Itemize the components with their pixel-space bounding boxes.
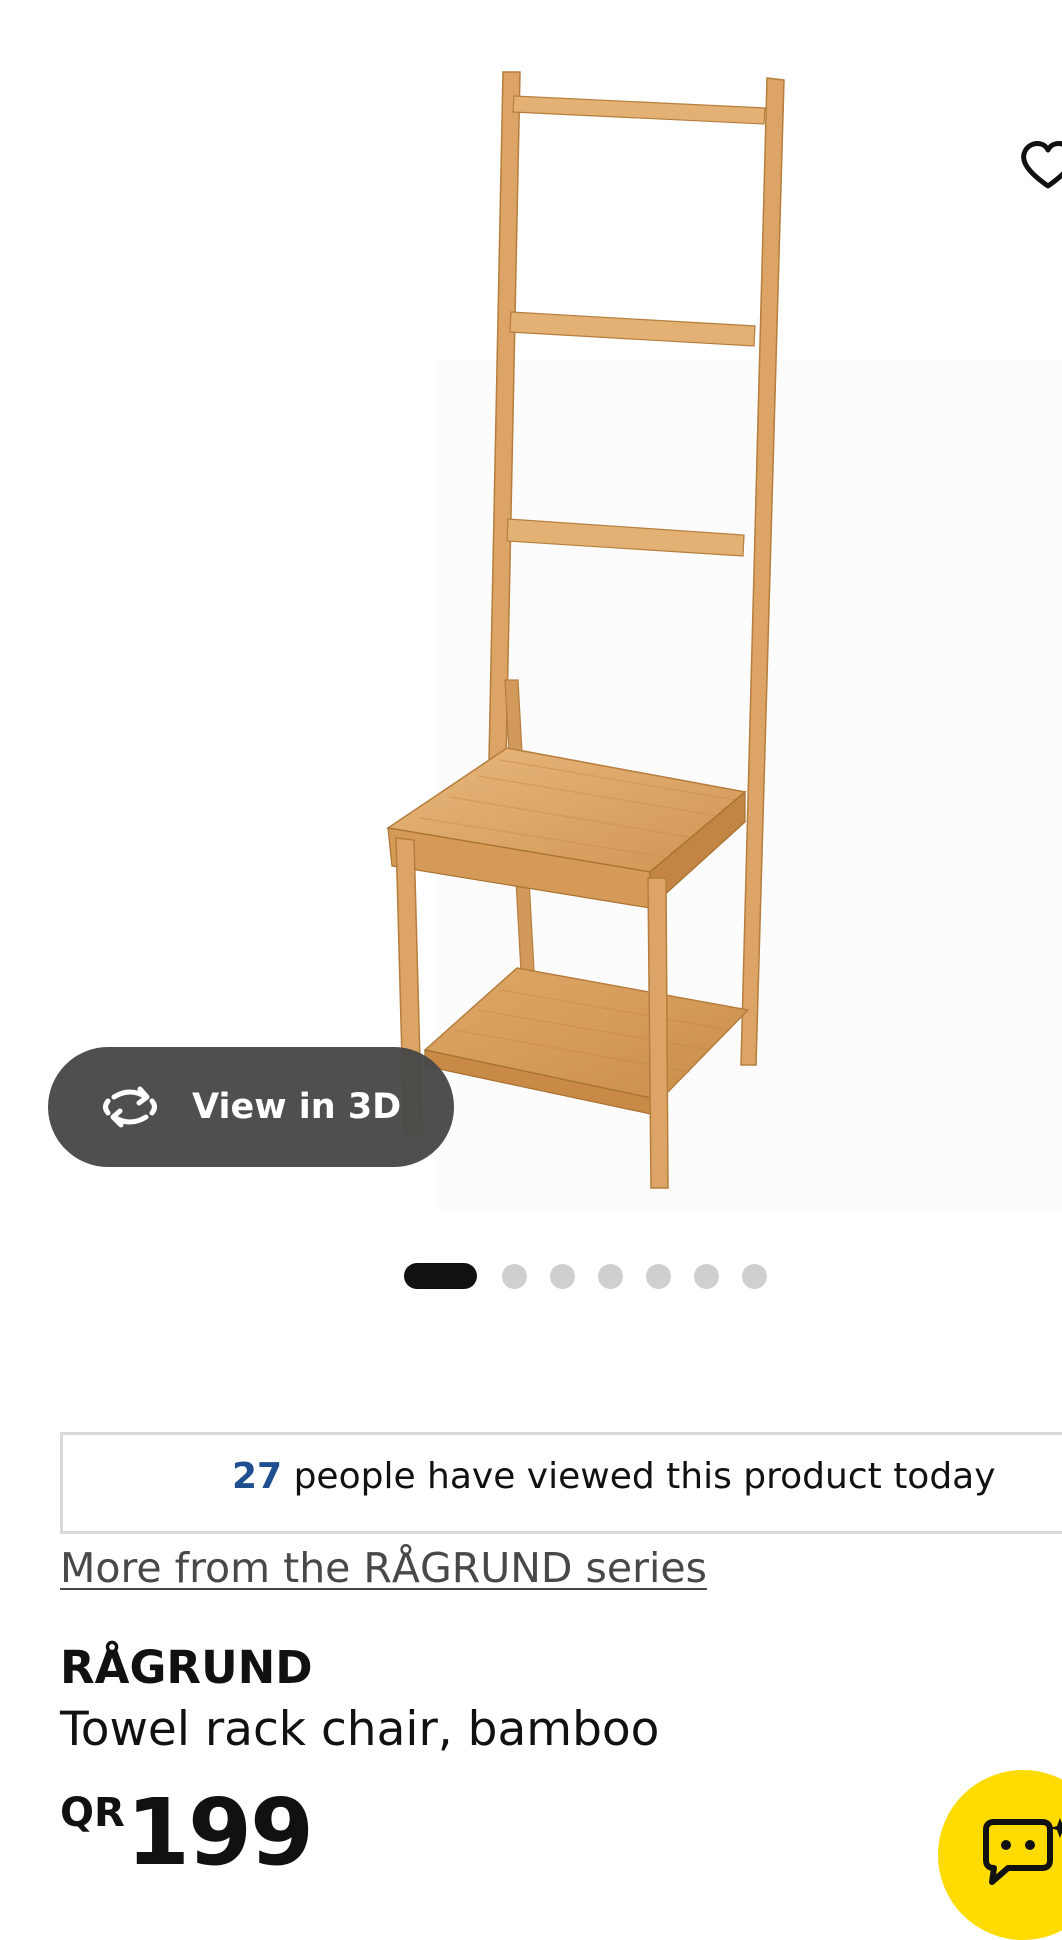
product-description: Towel rack chair, bamboo xyxy=(60,1702,660,1757)
view-in-3d-button[interactable]: View in 3D xyxy=(48,1047,454,1167)
price-currency: QR xyxy=(60,1790,125,1836)
image-carousel-indicator xyxy=(404,1263,767,1289)
carousel-dot-1[interactable] xyxy=(404,1263,477,1289)
views-count: 27 xyxy=(232,1456,283,1497)
carousel-dot-4[interactable] xyxy=(598,1263,623,1289)
favourite-button[interactable] xyxy=(1018,136,1062,196)
carousel-dot-5[interactable] xyxy=(646,1263,671,1289)
towel-rack-chair-illustration xyxy=(386,71,1062,1210)
view-in-3d-label: View in 3D xyxy=(192,1087,402,1127)
rotate-3d-icon xyxy=(100,1085,160,1129)
heart-outline-icon xyxy=(1021,141,1062,189)
product-name: RÅGRUND xyxy=(60,1641,313,1694)
series-link[interactable]: More from the RÅGRUND series xyxy=(60,1540,707,1596)
carousel-dot-6[interactable] xyxy=(694,1263,719,1289)
chat-assistant-icon xyxy=(983,1818,1062,1885)
carousel-dot-3[interactable] xyxy=(550,1263,575,1289)
product-image[interactable] xyxy=(0,0,1062,1215)
price-amount: 199 xyxy=(126,1779,314,1886)
carousel-dot-7[interactable] xyxy=(742,1263,767,1289)
carousel-dot-2[interactable] xyxy=(502,1263,527,1289)
views-description: people have viewed this product today xyxy=(293,1456,996,1497)
chat-assistant-button[interactable] xyxy=(938,1770,1062,1940)
views-notice-text: 27 people have viewed this product today xyxy=(232,1453,996,1501)
